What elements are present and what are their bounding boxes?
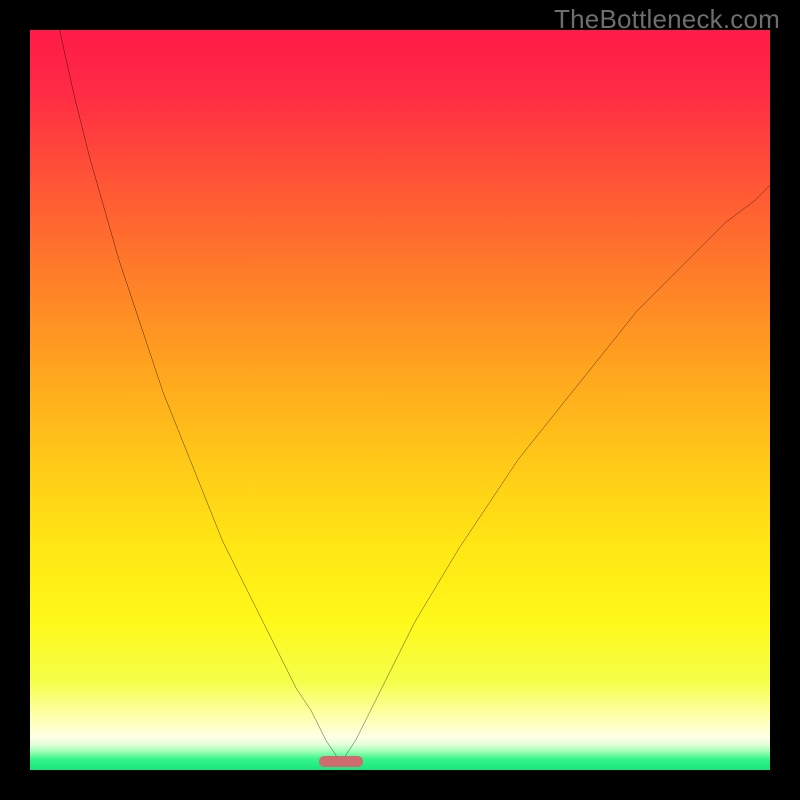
- watermark-text: TheBottleneck.com: [554, 4, 780, 35]
- plot-area: [30, 30, 770, 770]
- chart-frame: TheBottleneck.com: [0, 0, 800, 800]
- left-curve: [60, 30, 341, 763]
- right-curve: [341, 185, 770, 762]
- bottleneck-marker: [319, 756, 363, 767]
- curves-layer: [30, 30, 770, 770]
